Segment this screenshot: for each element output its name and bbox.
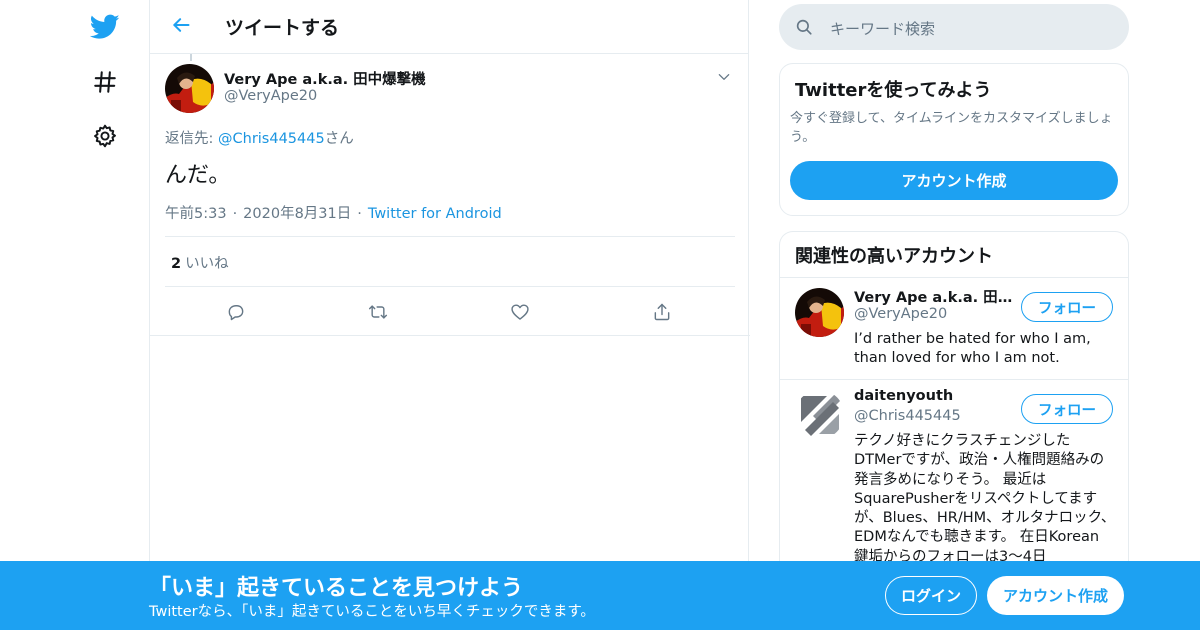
signup-card-title: Twitterを使ってみよう — [795, 80, 992, 101]
tweet-client-link[interactable]: Twitter for Android — [368, 206, 502, 222]
tweet-date[interactable]: 2020年8月31日 — [243, 206, 351, 222]
search-icon — [795, 18, 813, 36]
thread-connector — [190, 54, 192, 61]
gear-icon[interactable] — [86, 117, 124, 155]
likes-count[interactable]: 2 いいね — [171, 252, 229, 273]
reply-suffix: さん — [324, 131, 354, 147]
search-placeholder: キーワード検索 — [830, 20, 936, 38]
banner-create-account-button[interactable]: アカウント作成 — [987, 576, 1124, 615]
related-user[interactable]: Very Ape a.k.a. 田中爆撃機 @VeryApe20 フォロー I’… — [780, 278, 1128, 379]
tweet-text: んだ。 — [165, 163, 231, 188]
divider — [150, 335, 750, 336]
related-user-handle: @Chris445445 — [854, 408, 961, 424]
related-user-name[interactable]: daitenyouth — [854, 388, 1014, 404]
arrow-left-icon — [171, 15, 191, 39]
like-count-number: 2 — [171, 256, 182, 272]
follow-button[interactable]: フォロー — [1021, 394, 1113, 424]
related-user-bio: I’d rather be hated for who I am, than l… — [854, 331, 1091, 367]
author-handle[interactable]: @VeryApe20 — [224, 88, 317, 104]
follow-button[interactable]: フォロー — [1021, 292, 1113, 322]
banner-subtitle: Twitterなら、「いま」起きていることをいち早くチェックできます。 — [149, 604, 595, 620]
share-icon[interactable] — [647, 297, 677, 327]
avatar[interactable] — [795, 390, 844, 439]
tweet-actions — [165, 287, 735, 335]
divider — [165, 236, 735, 237]
retweet-icon[interactable] — [363, 297, 393, 327]
related-user-name[interactable]: Very Ape a.k.a. 田中爆撃機 — [854, 286, 1014, 307]
main-column: ツイートする Very Ape a.k.a. 田中爆撃機 @VeryApe20 … — [149, 0, 750, 630]
avatar[interactable] — [795, 288, 844, 337]
meta-separator: · — [232, 206, 238, 222]
left-navigation — [0, 0, 150, 630]
main-header: ツイートする — [150, 0, 748, 54]
signup-card-description: 今すぐ登録して、タイムラインをカスタマイズしましょう。 — [790, 111, 1113, 145]
hashtag-icon[interactable] — [86, 63, 124, 101]
related-user-bio: テクノ好きにクラスチェンジしたDTMerですが、政治・人権問題絡みの発言多めにな… — [854, 433, 1116, 565]
meta-separator: · — [357, 206, 362, 222]
page-title: ツイートする — [225, 17, 340, 39]
reply-handle-link[interactable]: @Chris445445 — [218, 131, 325, 147]
search-input[interactable]: キーワード検索 — [779, 4, 1129, 50]
related-user-handle: @VeryApe20 — [854, 306, 948, 322]
heart-icon[interactable] — [505, 297, 535, 327]
twitter-bird-icon[interactable] — [86, 8, 124, 46]
tweet-metadata: 午前5:33 · 2020年8月31日 · Twitter for Android — [165, 202, 502, 223]
related-accounts-title: 関連性の高いアカウント — [795, 246, 993, 267]
reply-icon[interactable] — [221, 297, 251, 327]
create-account-button[interactable]: アカウント作成 — [790, 161, 1118, 200]
chevron-down-icon[interactable] — [715, 68, 733, 86]
signup-banner: 「いま」起きていることを見つけよう Twitterなら、「いま」起きていることを… — [0, 561, 1200, 630]
avatar[interactable] — [165, 64, 214, 113]
author-name[interactable]: Very Ape a.k.a. 田中爆撃機 — [224, 68, 426, 89]
reply-prefix: 返信先: — [165, 131, 218, 147]
banner-title: 「いま」起きていることを見つけよう — [149, 576, 524, 601]
like-count-label: いいね — [185, 256, 229, 272]
login-button[interactable]: ログイン — [885, 576, 977, 615]
signup-card: Twitterを使ってみよう 今すぐ登録して、タイムラインをカスタマイズしましょ… — [779, 63, 1129, 216]
reply-context: 返信先: @Chris445445さん — [165, 127, 354, 148]
tweet-time[interactable]: 午前5:33 — [165, 206, 227, 222]
back-button[interactable] — [164, 10, 198, 44]
